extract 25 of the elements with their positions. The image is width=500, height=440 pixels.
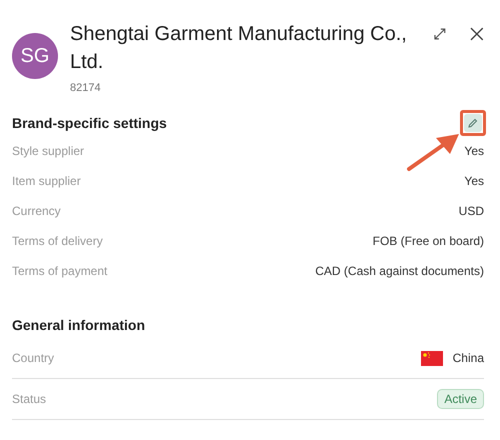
field-value: USD xyxy=(458,204,484,218)
edit-button[interactable] xyxy=(464,114,482,132)
pencil-icon xyxy=(467,117,479,129)
field-value: China xyxy=(452,351,484,365)
flag-icon xyxy=(420,350,443,366)
field-value: Yes xyxy=(464,144,484,158)
field-value: FOB (Free on board) xyxy=(372,234,484,248)
field-value: CAD (Cash against documents) xyxy=(315,264,484,278)
section-title: Brand-specific settings xyxy=(12,115,167,131)
avatar: SG xyxy=(12,33,58,79)
field-label: Terms of delivery xyxy=(12,234,103,248)
section-title: General information xyxy=(12,317,146,333)
field-label: Item supplier xyxy=(12,174,81,188)
supplier-name: Shengtai Garment Manufacturing Co., Ltd. xyxy=(70,22,408,75)
expand-icon[interactable] xyxy=(432,27,446,41)
field-label: Currency xyxy=(12,204,61,218)
field-value: Yes xyxy=(464,174,484,188)
status-badge: Active xyxy=(437,389,484,409)
field-label: Status xyxy=(12,392,46,406)
arrow xyxy=(406,132,462,172)
field-label: Country xyxy=(12,351,54,365)
field-label: Style supplier xyxy=(12,144,84,158)
field-label: Terms of payment xyxy=(12,264,108,278)
supplier-id: 82174 xyxy=(70,82,102,94)
close-icon[interactable] xyxy=(470,27,484,41)
